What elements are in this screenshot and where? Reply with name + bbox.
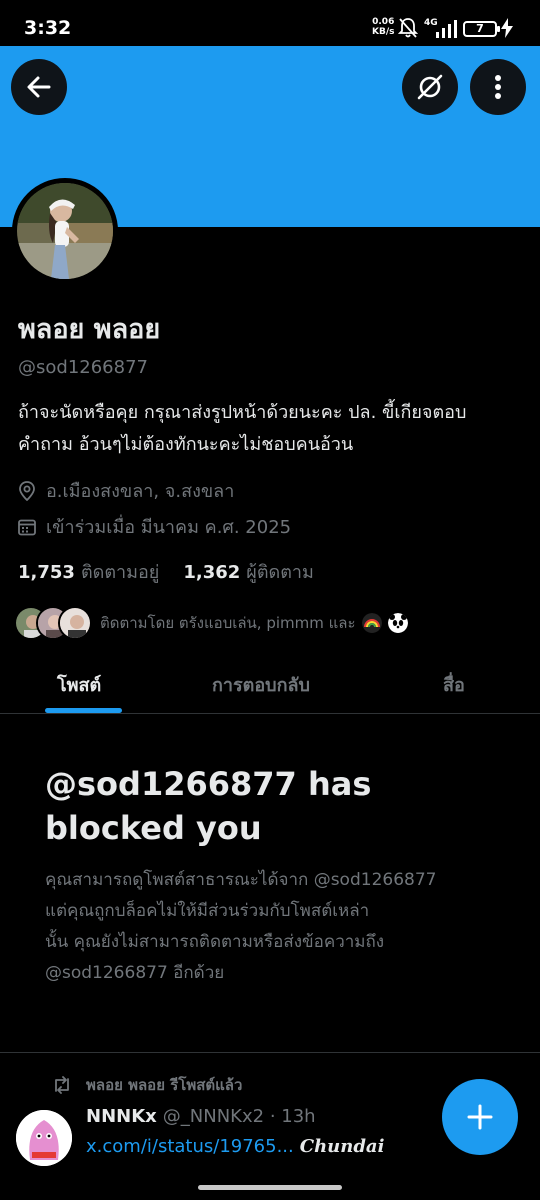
plus-icon (467, 1104, 493, 1130)
profile-join-date: เข้าร่วมเมื่อ มีนาคม ค.ศ. 2025 (18, 512, 291, 541)
battery-icon: 7 (463, 21, 500, 37)
bell-muted-icon (398, 18, 418, 38)
panda-avatar-icon (387, 613, 408, 633)
profile-location: อ.เมืองสงขลา, จ.สงขลา (18, 476, 234, 505)
active-tab-indicator (45, 708, 122, 713)
status-time: 3:32 (24, 17, 72, 39)
battery-level: 7 (476, 22, 484, 35)
compose-button[interactable] (442, 1079, 518, 1155)
signal-icon (436, 20, 457, 38)
profile-handle: @sod1266877 (18, 357, 148, 378)
status-bar: 3:32 0.06 KB/s 4G 7 (0, 0, 540, 46)
charging-icon (501, 18, 513, 38)
followed-by-row[interactable]: ติดตามโดย ตรังแอบเล่น, pimmm และ (14, 606, 408, 640)
home-gesture-bar[interactable] (198, 1185, 342, 1190)
arrow-left-icon (27, 76, 51, 98)
profile-name: พลอย พลอย (18, 314, 161, 345)
location-pin-icon (19, 480, 35, 501)
blocked-title: @sod1266877 has blocked you (45, 765, 372, 847)
back-button[interactable] (11, 59, 67, 115)
post-link[interactable]: x.com/i/status/19765... (86, 1136, 294, 1157)
post-author-avatar[interactable] (16, 1110, 72, 1166)
follower-avatar (58, 606, 92, 640)
followers-link[interactable]: 1,362 ผู้ติดตาม (183, 557, 314, 586)
post-time: · 13h (269, 1106, 316, 1127)
profile-bio: ถ้าจะนัดหรือคุย กรุณาส่งรูปหน้าด้วยนะคะ … (18, 402, 467, 455)
following-link[interactable]: 1,753 ติดตามอยู่ (18, 557, 159, 586)
divider (0, 1052, 540, 1053)
blocked-message: คุณสามารถดูโพสต์สาธารณะได้จาก @sod126687… (45, 870, 437, 983)
post-author-handle: @_NNNKx2 (162, 1106, 265, 1127)
profile-avatar[interactable] (12, 178, 118, 284)
grok-icon (417, 74, 443, 100)
tab-posts[interactable]: โพสต์ (57, 670, 101, 699)
repost-icon (55, 1076, 69, 1094)
profile-stats: 1,753 ติดตามอยู่ 1,362 ผู้ติดตาม (18, 557, 314, 586)
network-speed: 0.06 KB/s (372, 17, 395, 37)
tab-media[interactable]: สื่อ (443, 670, 465, 699)
more-vertical-icon (495, 75, 501, 99)
tab-replies[interactable]: การตอบกลับ (212, 670, 310, 699)
post-header: NNNKx @_NNNKx2 · 13h (86, 1106, 316, 1127)
post-body: x.com/i/status/19765... Chundai (86, 1136, 384, 1157)
grok-button[interactable] (402, 59, 458, 115)
rainbow-avatar-icon (361, 613, 382, 633)
system-nav-bar (0, 1172, 540, 1200)
repost-indicator: พลอย พลอย รีโพสต์แล้ว (52, 1073, 242, 1097)
post-extra-text: Chundai (299, 1136, 385, 1157)
more-options-button[interactable] (470, 59, 526, 115)
calendar-icon (18, 519, 36, 535)
followed-by-text: ติดตามโดย ตรังแอบเล่น, pimmm และ (100, 611, 408, 635)
profile-tabs: โพสต์ การตอบกลับ สื่อ (0, 650, 540, 714)
post-author-name[interactable]: NNNKx (86, 1106, 157, 1127)
avatar-photo (17, 183, 113, 279)
